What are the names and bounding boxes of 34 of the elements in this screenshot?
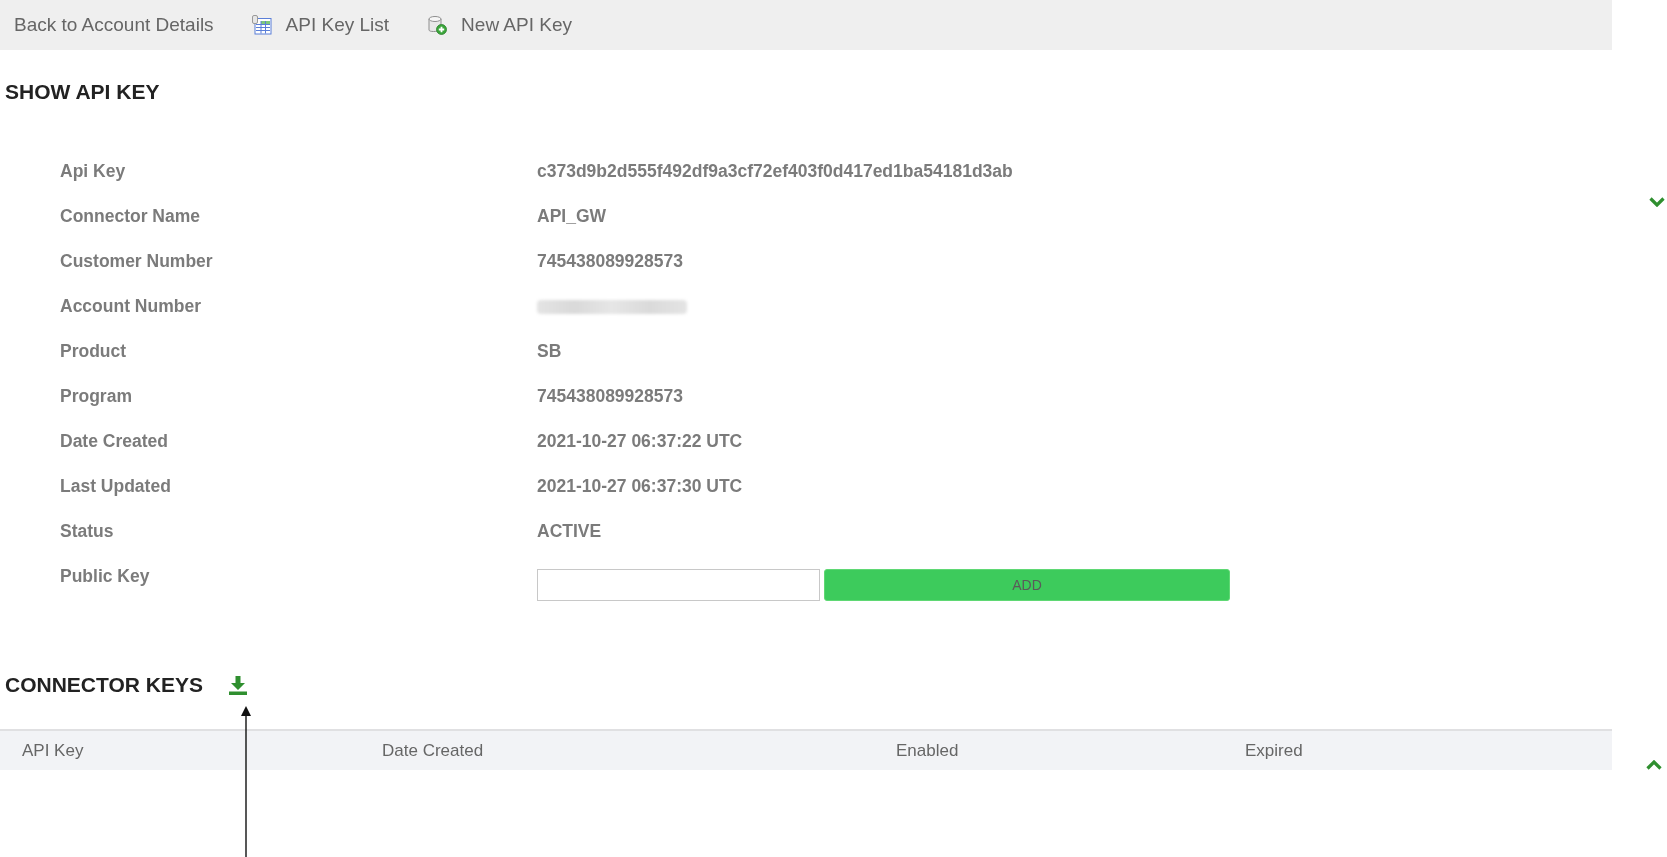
public-key-field[interactable] (537, 569, 820, 601)
field-label: Program (60, 386, 132, 407)
section-title: CONNECTOR KEYS (5, 673, 203, 697)
column-header: Enabled (896, 740, 959, 761)
field-label: Last Updated (60, 476, 171, 497)
column-header: Date Created (382, 740, 484, 761)
field-value: 745438089928573 (537, 386, 683, 407)
field-label: Product (60, 341, 127, 362)
nav-link[interactable]: API Key List (251, 14, 390, 36)
field-label: Connector Name (60, 206, 201, 227)
column-header: API Key (22, 740, 84, 761)
field-value: c373d9b2d555f492df9a3cf72ef403f0d417ed1ba54181d3ab (537, 161, 1013, 182)
download-icon[interactable] (229, 675, 247, 695)
field-label: Account Number (60, 296, 201, 317)
nav-link[interactable]: New API Key (427, 14, 572, 36)
section-title: SHOW API KEY (5, 80, 160, 104)
field-label: Status (60, 521, 114, 542)
field-value: 2021-10-27 06:37:22 UTC (537, 431, 743, 452)
chevron-up-icon[interactable] (1646, 760, 1662, 770)
column-header: Expired (1245, 740, 1303, 761)
table-icon (251, 15, 272, 35)
nav-link[interactable]: Back to Account Details (14, 14, 214, 36)
field-value: 2021-10-27 06:37:30 UTC (537, 476, 743, 497)
database-plus-icon (427, 15, 448, 35)
add-button[interactable]: ADD (824, 569, 1230, 601)
field-value: API_GW (537, 206, 607, 227)
field-value: SB (537, 341, 562, 362)
field-label: Customer Number (60, 251, 213, 272)
field-value: ACTIVE (537, 521, 602, 542)
field-label: Date Created (60, 431, 168, 452)
field-label: Api Key (60, 161, 126, 182)
field-value: 745438089928573 (537, 251, 683, 272)
chevron-down-icon[interactable] (1649, 197, 1665, 207)
field-label: Public Key (60, 565, 150, 588)
